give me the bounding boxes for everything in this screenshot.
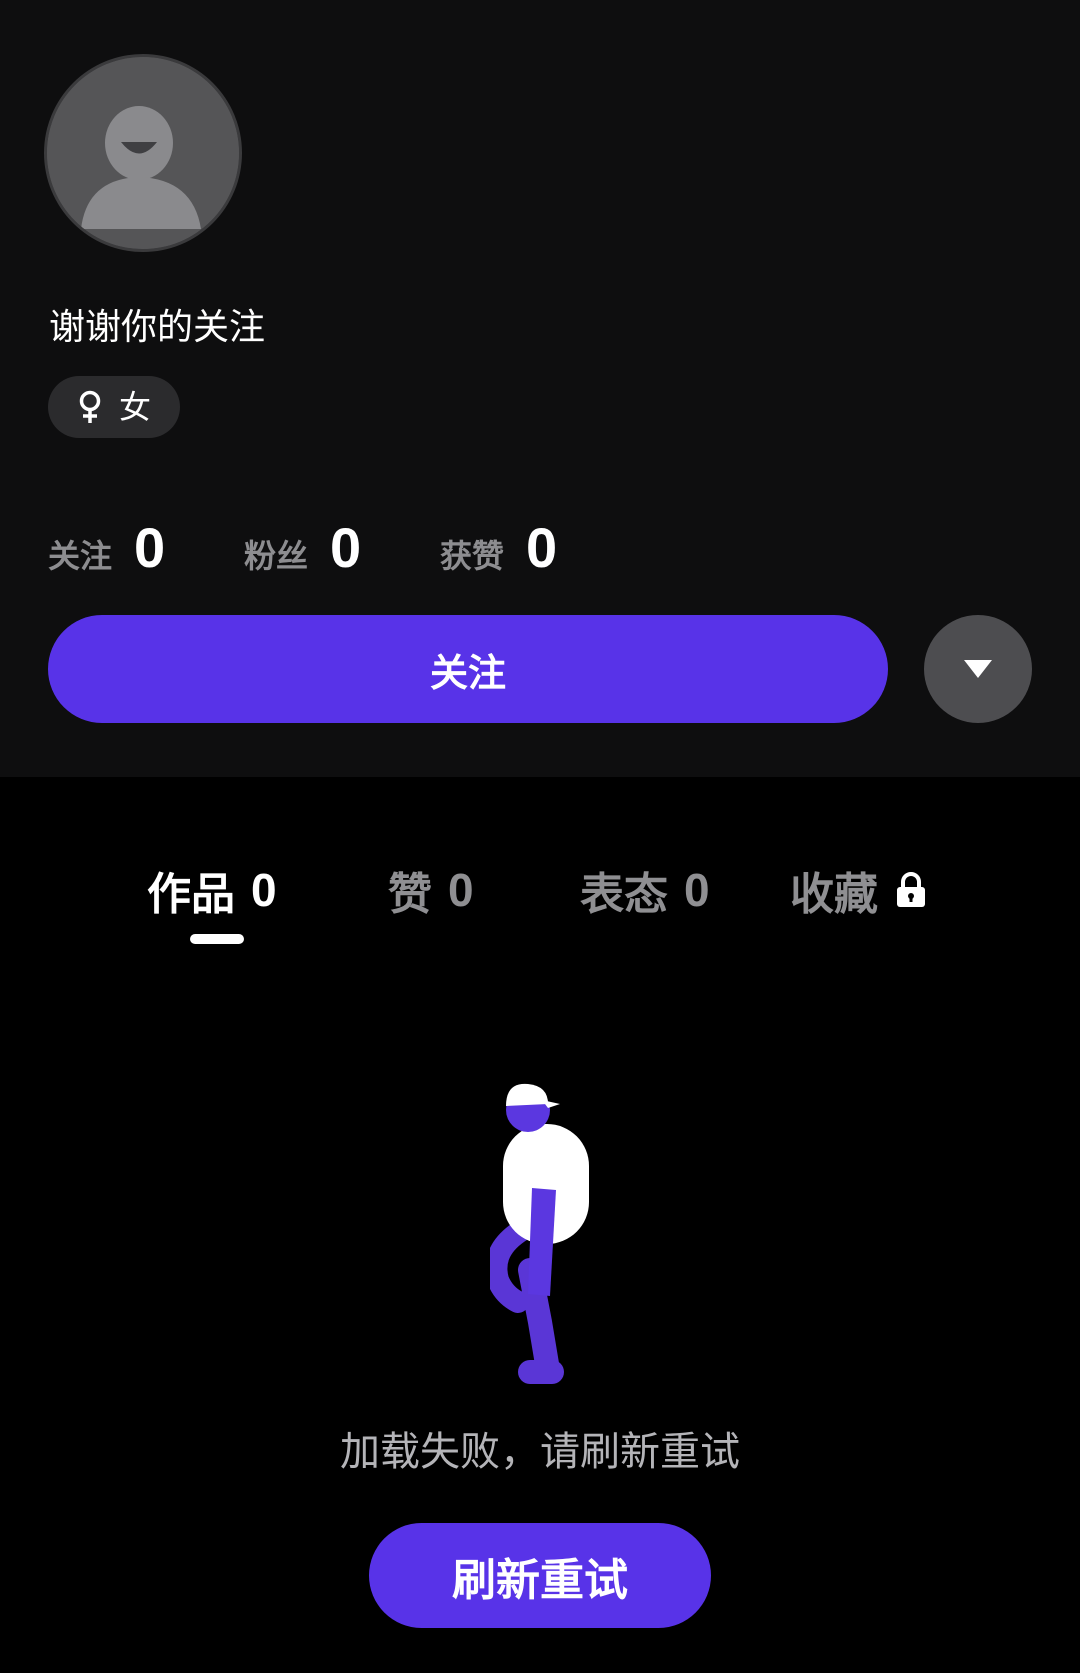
female-symbol-icon [79,390,101,423]
tab-reactions[interactable]: 表态 0 [580,855,710,925]
stat-followers[interactable]: 粉丝 0 [244,518,361,578]
gender-label: 女 [118,388,151,426]
avatar[interactable] [47,57,239,249]
stat-value: 0 [330,516,362,579]
stat-label: 粉丝 [244,537,309,575]
tab-favorites[interactable]: 收藏 [790,855,926,925]
follow-button[interactable]: 关注 [48,615,888,723]
error-message: 加载失败，请刷新重试 [340,1429,740,1475]
default-avatar-icon [47,57,239,249]
tab-label: 表态 [580,869,668,920]
tab-likes[interactable]: 赞 0 [388,855,474,925]
stat-likes[interactable]: 获赞 0 [440,518,557,578]
gender-tag: 女 [48,376,180,438]
stat-value: 0 [526,516,558,579]
tab-count: 0 [251,864,277,916]
tab-count: 0 [448,864,474,916]
tab-label: 赞 [388,869,432,920]
content-tabs: 作品 0 赞 0 表态 0 收藏 [0,855,1080,945]
stat-following[interactable]: 关注 0 [48,518,165,578]
retry-button[interactable]: 刷新重试 [369,1523,711,1628]
walking-person-illustration [490,1083,589,1384]
tab-works[interactable]: 作品 0 [147,855,277,925]
stat-label: 获赞 [440,537,505,575]
active-tab-indicator [190,934,244,944]
lock-icon [897,872,925,907]
profile-header: 谢谢你的关注 女 关注 0 粉丝 0 获赞 0 关注 [0,0,1080,777]
stat-value: 0 [134,516,166,579]
nickname: 谢谢你的关注 [49,307,266,348]
stat-label: 关注 [48,537,113,575]
tab-label: 作品 [147,869,235,920]
tab-label: 收藏 [790,869,878,920]
more-options-button[interactable] [924,615,1032,723]
triangle-down-icon [964,660,992,678]
tab-count: 0 [684,864,710,916]
